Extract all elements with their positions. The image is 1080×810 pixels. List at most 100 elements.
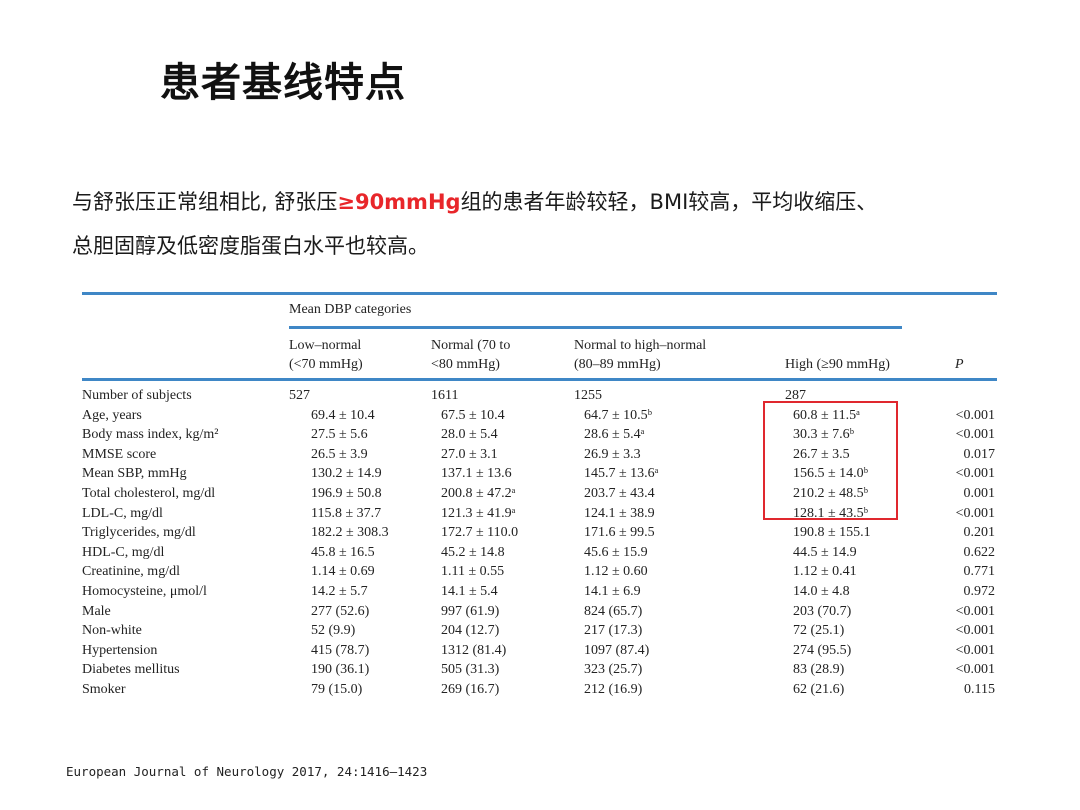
cell-normal: 27.0 ± 3.1 bbox=[441, 446, 498, 462]
cell-low-normal: 52 (9.9) bbox=[311, 623, 356, 639]
cell-normal: 269 (16.7) bbox=[441, 682, 500, 697]
table-header-rule bbox=[82, 378, 997, 381]
cell-low-normal: 115.8 ± 37.7 bbox=[311, 505, 382, 521]
cell-normal: 1.11 ± 0.55 bbox=[441, 564, 505, 580]
cell-p-value: <0.001 bbox=[955, 662, 995, 678]
cell-low-normal: 27.5 ± 5.6 bbox=[311, 427, 368, 443]
col-header-line1 bbox=[955, 336, 964, 355]
row-label: Male bbox=[82, 603, 111, 619]
cell-low-normal: 190 (36.1) bbox=[311, 662, 370, 678]
cell-normal: 204 (12.7) bbox=[441, 623, 500, 639]
cell-normal-to-high: 171.6 ± 99.5 bbox=[584, 525, 655, 541]
row-label: Diabetes mellitus bbox=[82, 662, 180, 678]
cell-normal: 14.1 ± 5.4 bbox=[441, 584, 498, 599]
cell-low-normal: 527 bbox=[289, 388, 310, 403]
cell-p-value: <0.001 bbox=[955, 427, 995, 443]
cell-normal-to-high: 26.9 ± 3.3 bbox=[584, 446, 641, 462]
summary-line2: 总胆固醇及低密度脂蛋白水平也较高。 bbox=[72, 234, 429, 258]
row-label: HDL-C, mg/dl bbox=[82, 544, 165, 560]
cell-p-value: 0.001 bbox=[963, 486, 996, 501]
cell-p-value: <0.001 bbox=[955, 603, 995, 619]
col-header-line2: <80 mmHg) bbox=[431, 357, 500, 372]
table-row: Diabetes mellitus 190 (36.1) 505 (31.3) 323… bbox=[82, 662, 997, 682]
row-label: Number of subjects bbox=[82, 388, 192, 403]
cell-high: 203 (70.7) bbox=[793, 603, 852, 619]
slide-title: 患者基线特点 bbox=[160, 60, 406, 106]
row-label: Smoker bbox=[82, 682, 126, 697]
table-group-rule bbox=[289, 326, 902, 329]
table-row: Non-white 52 (9.9) 204 (12.7) 217 (17.3) 72 … bbox=[82, 623, 997, 643]
col-header-line1: Low–normal bbox=[289, 338, 362, 353]
cell-normal: 1611 bbox=[431, 388, 459, 403]
row-label: LDL-C, mg/dl bbox=[82, 505, 163, 521]
cell-normal-to-high: 1097 (87.4) bbox=[584, 642, 650, 658]
cell-normal-to-high: 217 (17.3) bbox=[584, 623, 643, 639]
cell-normal-to-high: 28.6 ± 5.4ᵃ bbox=[584, 427, 645, 443]
cell-low-normal: 14.2 ± 5.7 bbox=[311, 584, 368, 599]
col-header-line2: (80–89 mmHg) bbox=[574, 357, 661, 372]
cell-normal: 45.2 ± 14.8 bbox=[441, 544, 505, 560]
row-label: Body mass index, kg/m² bbox=[82, 427, 219, 443]
cell-p-value: 0.771 bbox=[963, 564, 996, 580]
row-label: Age, years bbox=[82, 407, 142, 423]
cell-normal: 121.3 ± 41.9ᵃ bbox=[441, 505, 516, 521]
cell-normal-to-high: 1255 bbox=[574, 388, 602, 403]
cell-p-value: <0.001 bbox=[955, 642, 995, 658]
cell-low-normal: 69.4 ± 10.4 bbox=[311, 407, 375, 423]
cell-normal: 172.7 ± 110.0 bbox=[441, 525, 519, 541]
cell-p-value: 0.972 bbox=[963, 584, 996, 599]
col-header-p: P bbox=[955, 336, 964, 374]
col-header-line2: High (≥90 mmHg) bbox=[785, 357, 890, 372]
cell-normal-to-high: 203.7 ± 43.4 bbox=[584, 486, 655, 501]
cell-high: 274 (95.5) bbox=[793, 642, 852, 658]
col-header-line1 bbox=[785, 336, 935, 355]
cell-normal: 997 (61.9) bbox=[441, 603, 500, 619]
cell-p-value: 0.115 bbox=[964, 682, 995, 697]
cell-low-normal: 196.9 ± 50.8 bbox=[311, 486, 382, 501]
highlight-box bbox=[763, 401, 898, 520]
cell-low-normal: 45.8 ± 16.5 bbox=[311, 544, 375, 560]
cell-p-value: <0.001 bbox=[955, 623, 995, 639]
table-row: Triglycerides, mg/dl 182.2 ± 308.3 172.7 ±… bbox=[82, 525, 997, 545]
row-label: Creatinine, mg/dl bbox=[82, 564, 180, 580]
summary-line1-post: 组的患者年龄较轻，BMI较高，平均收缩压、 bbox=[460, 190, 878, 214]
cell-normal-to-high: 212 (16.9) bbox=[584, 682, 643, 697]
cell-low-normal: 277 (52.6) bbox=[311, 603, 370, 619]
cell-normal-to-high: 1.12 ± 0.60 bbox=[584, 564, 648, 580]
col-header-line1: Normal (70 to bbox=[431, 338, 511, 353]
table-top-rule bbox=[82, 292, 997, 295]
row-label: Non-white bbox=[82, 623, 142, 639]
table-row: Smoker 79 (15.0) 269 (16.7) 212 (16.9) 62 (2… bbox=[82, 682, 997, 702]
col-header-normal-to-high: Normal to high–normal (80–89 mmHg) bbox=[574, 336, 794, 374]
cell-normal-to-high: 14.1 ± 6.9 bbox=[584, 584, 641, 599]
row-label: MMSE score bbox=[82, 446, 157, 462]
col-header-normal: Normal (70 to <80 mmHg) bbox=[431, 336, 551, 374]
cell-low-normal: 130.2 ± 14.9 bbox=[311, 466, 382, 482]
cell-high: 83 (28.9) bbox=[793, 662, 845, 678]
cell-high: 190.8 ± 155.1 bbox=[793, 525, 871, 541]
cell-low-normal: 79 (15.0) bbox=[311, 682, 363, 697]
row-label: Mean SBP, mmHg bbox=[82, 466, 187, 482]
table-row: Creatinine, mg/dl 1.14 ± 0.69 1.11 ± 0.55 1… bbox=[82, 564, 997, 584]
col-header-low-normal: Low–normal (<70 mmHg) bbox=[289, 336, 409, 374]
cell-p-value: <0.001 bbox=[955, 505, 995, 521]
cell-high: 72 (25.1) bbox=[793, 623, 845, 639]
cell-low-normal: 182.2 ± 308.3 bbox=[311, 525, 389, 541]
cell-normal: 137.1 ± 13.6 bbox=[441, 466, 512, 482]
col-header-high: High (≥90 mmHg) bbox=[785, 336, 935, 374]
row-label: Triglycerides, mg/dl bbox=[82, 525, 196, 541]
cell-normal-to-high: 45.6 ± 15.9 bbox=[584, 544, 648, 560]
table-row: Homocysteine, μmol/l 14.2 ± 5.7 14.1 ± 5.4… bbox=[82, 584, 997, 604]
cell-low-normal: 26.5 ± 3.9 bbox=[311, 446, 368, 462]
cell-high: 62 (21.6) bbox=[793, 682, 845, 697]
col-header-line1: Normal to high–normal bbox=[574, 338, 707, 353]
cell-normal: 28.0 ± 5.4 bbox=[441, 427, 498, 443]
cell-normal: 1312 (81.4) bbox=[441, 642, 507, 658]
cell-low-normal: 1.14 ± 0.69 bbox=[311, 564, 375, 580]
row-label: Homocysteine, μmol/l bbox=[82, 584, 207, 599]
cell-high: 14.0 ± 4.8 bbox=[793, 584, 850, 599]
cell-p-value: <0.001 bbox=[955, 407, 995, 423]
cell-low-normal: 415 (78.7) bbox=[311, 642, 370, 658]
citation: European Journal of Neurology 2017, 24:1… bbox=[66, 764, 428, 779]
col-header-line2: (<70 mmHg) bbox=[289, 357, 363, 372]
